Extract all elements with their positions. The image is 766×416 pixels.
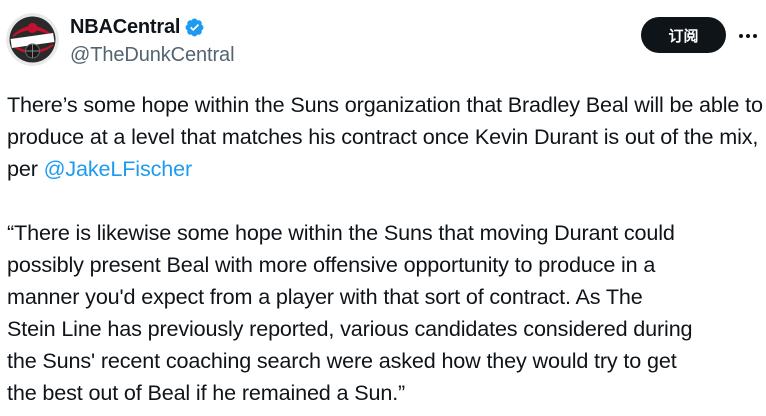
mention-link[interactable]: @JakeLFischer [44, 156, 193, 181]
more-options-icon[interactable] [734, 22, 762, 50]
author-handle[interactable]: @TheDunkCentral [70, 44, 235, 67]
verified-badge-icon[interactable] [184, 17, 205, 38]
author-display-name[interactable]: NBACentral [70, 16, 180, 39]
tweet-paragraph-2: “There is likewise some hope within the … [7, 217, 763, 409]
quote-line: Stein Line has previously reported, vari… [7, 316, 693, 341]
quote-line: manner you'd expect from a player with t… [7, 284, 643, 309]
author-block: NBACentral @TheDunkCentral [70, 15, 235, 67]
quote-line: the Suns' recent coaching search were as… [7, 348, 677, 373]
nbacentral-logo-icon[interactable] [6, 13, 59, 66]
subscribe-button[interactable]: 订阅 [641, 17, 726, 53]
tweet-paragraph-1: There’s some hope within the Suns organi… [7, 89, 763, 185]
tweet-card: NBACentral @TheDunkCentral 订阅 There’s so… [0, 0, 766, 416]
quote-line: possibly present Beal with more offensiv… [7, 252, 656, 277]
quote-line: “There is likewise some hope within the … [7, 220, 675, 245]
quote-line: the best out of Beal if he remained a Su… [7, 380, 406, 405]
tweet-text: There’s some hope within the Suns organi… [7, 89, 763, 409]
